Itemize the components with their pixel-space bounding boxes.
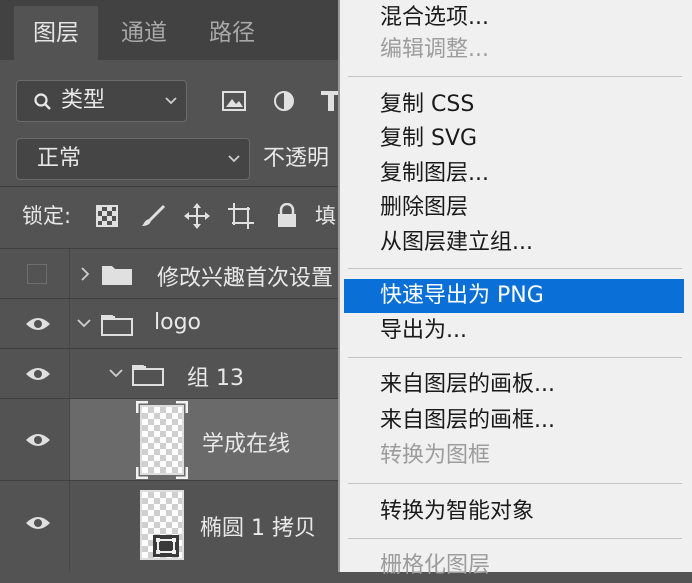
menu-item-copy-svg[interactable]: 复制 SVG [380, 122, 477, 156]
blend-mode-label: 正常 [37, 146, 82, 171]
shape-layer-badge-icon [153, 535, 179, 557]
eye-icon [26, 368, 50, 380]
visibility-empty-box [27, 264, 47, 284]
menu-separator [348, 538, 682, 539]
eye-icon [26, 517, 50, 529]
lock-label: 锁定: [22, 204, 72, 228]
lock-artboard-icon[interactable] [228, 203, 254, 229]
layer-row[interactable]: logo [0, 298, 345, 348]
chevron-down-icon[interactable] [108, 368, 124, 378]
filter-type-label: 类型 [61, 88, 106, 113]
menu-item-convert-to-frame: 转换为图框 [380, 443, 491, 468]
panel-tab-bar: 图层 通道 路径 [0, 0, 345, 60]
menu-item-rasterize-layer: 栅格化图层 [380, 553, 491, 578]
adjustment-filter-icon[interactable] [272, 89, 296, 113]
menu-item-copy-css[interactable]: 复制 CSS [380, 88, 474, 122]
menu-item-group-from-layers[interactable]: 从图层建立组... [380, 226, 533, 260]
folder-icon [102, 266, 132, 285]
chevron-down-icon [228, 155, 240, 163]
context-menu: 混合选项... 编辑调整... 复制 CSS 复制 SVG 复制图层... 删除… [338, 0, 692, 578]
chevron-down-icon[interactable] [76, 318, 92, 328]
menu-item-frame-from-layers[interactable]: 来自图层的画框... [380, 404, 555, 438]
menu-item-duplicate-layer[interactable]: 复制图层... [380, 157, 489, 191]
layer-name: 椭圆 1 拷贝 [200, 516, 316, 541]
visibility-toggle[interactable] [0, 399, 70, 480]
visibility-toggle[interactable] [0, 349, 70, 398]
divider [0, 186, 345, 187]
layer-name: 组 13 [187, 366, 244, 391]
chevron-down-icon [165, 97, 177, 105]
layer-row[interactable]: 椭圆 1 拷贝 [0, 480, 345, 572]
menu-item-blending-options[interactable]: 混合选项... [380, 1, 489, 35]
menu-separator [348, 76, 682, 77]
chevron-right-icon[interactable] [80, 266, 90, 282]
layers-panel: 图层 通道 路径 类型 正常 不透明 锁定: 填 修改兴趣首次设置 logo 组… [0, 0, 345, 572]
search-icon [34, 93, 51, 110]
lock-all-icon[interactable] [276, 203, 298, 229]
visibility-toggle[interactable] [0, 299, 70, 348]
thumbnail-selection-corners [136, 401, 188, 479]
menu-item-artboard-from-layers[interactable]: 来自图层的画板... [380, 368, 555, 402]
lock-transparency-icon[interactable] [96, 205, 118, 227]
eye-icon [26, 318, 50, 330]
tab-channels[interactable]: 通道 [100, 6, 188, 60]
folder-open-icon [132, 365, 164, 386]
layer-row[interactable]: 组 13 [0, 348, 345, 398]
menu-separator [348, 268, 682, 269]
layer-name: 学成在线 [202, 432, 291, 457]
layer-name: 修改兴趣首次设置 [157, 266, 334, 291]
lock-pixels-brush-icon[interactable] [140, 204, 166, 228]
menu-item-edit-adjustment: 编辑调整... [380, 37, 489, 62]
menu-item-delete-layer[interactable]: 删除图层 [380, 191, 468, 225]
fill-label: 填 [315, 204, 336, 228]
folder-open-icon [101, 315, 133, 336]
lock-position-move-icon[interactable] [184, 203, 210, 229]
layer-name: logo [154, 310, 201, 335]
menu-item-export-as[interactable]: 导出为... [380, 314, 467, 348]
menu-item-quick-export-png[interactable]: 快速导出为 PNG [380, 279, 544, 313]
visibility-toggle[interactable] [0, 249, 70, 298]
menu-item-convert-to-smart-object[interactable]: 转换为智能对象 [380, 495, 534, 529]
image-filter-icon[interactable] [221, 89, 247, 113]
menu-separator [348, 357, 682, 358]
opacity-label: 不透明 [263, 146, 330, 171]
eye-icon [26, 434, 50, 446]
menu-separator [348, 483, 682, 484]
layer-filter-select[interactable]: 类型 [16, 80, 187, 122]
layer-row[interactable]: 修改兴趣首次设置 [0, 248, 345, 298]
tab-paths[interactable]: 路径 [190, 6, 274, 60]
tab-layers[interactable]: 图层 [14, 6, 98, 60]
blend-mode-select[interactable]: 正常 [16, 138, 250, 180]
visibility-toggle[interactable] [0, 481, 70, 572]
layer-row-selected[interactable]: 学成在线 [0, 398, 345, 480]
